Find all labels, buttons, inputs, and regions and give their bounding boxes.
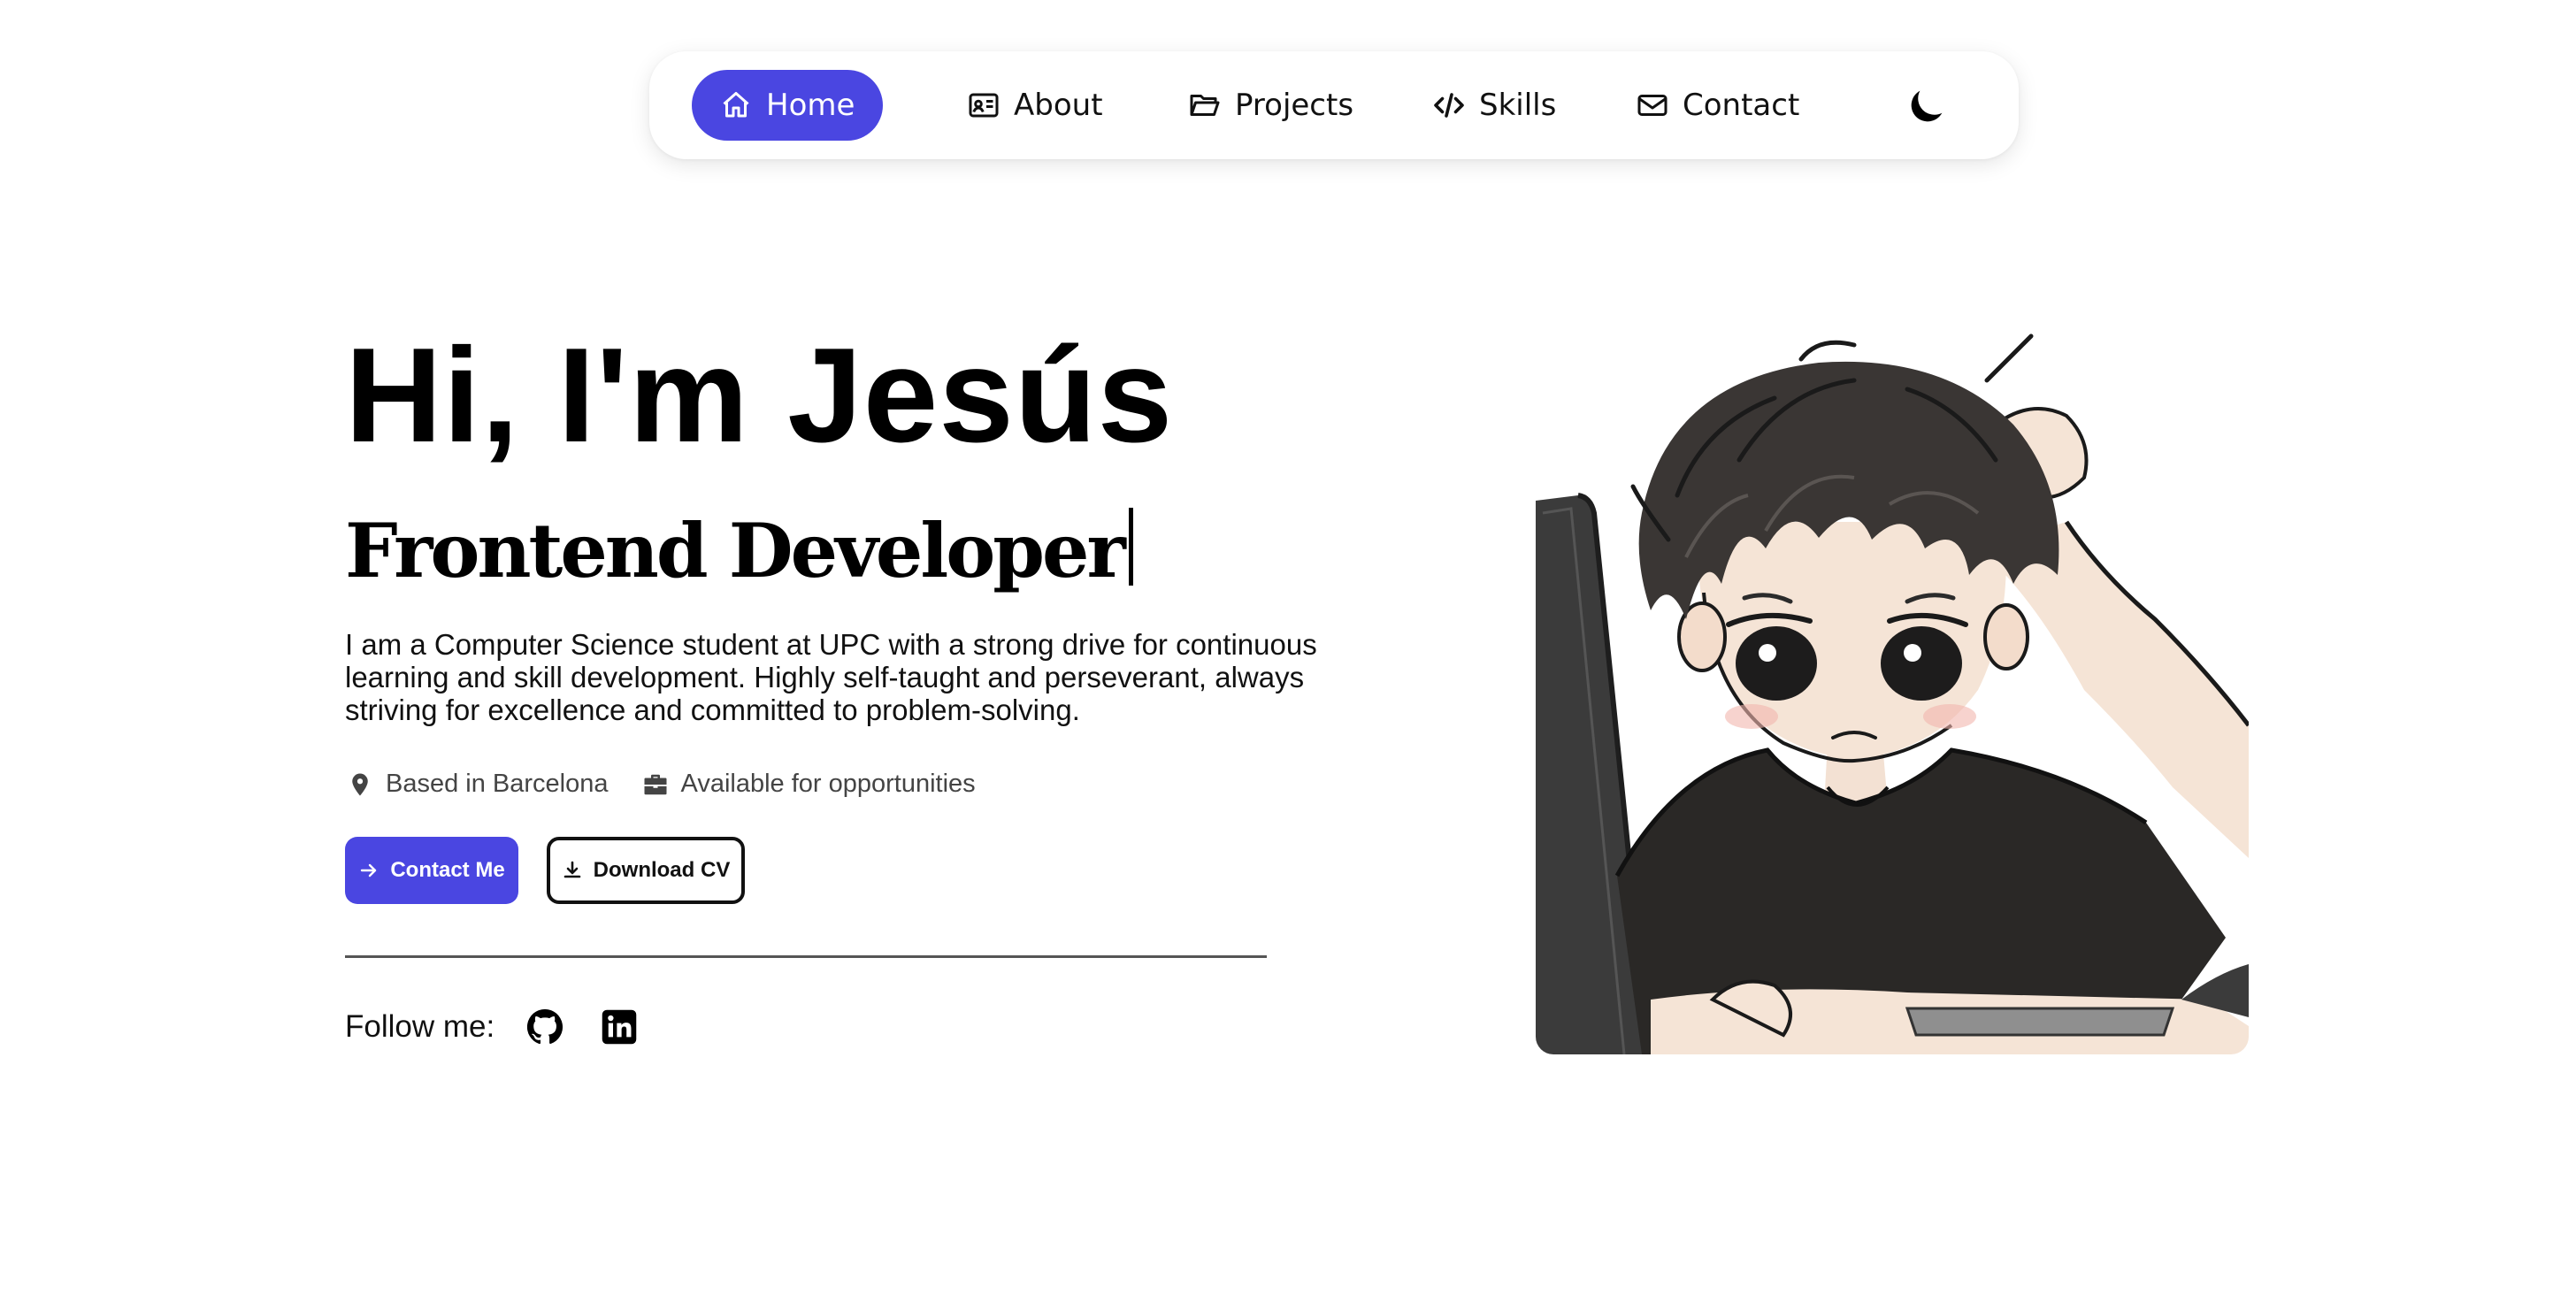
contact-me-label: Contact Me <box>390 858 505 882</box>
moon-icon <box>1911 90 1943 122</box>
briefcase-icon <box>644 774 666 794</box>
folder-icon <box>1190 95 1220 116</box>
nav-contact[interactable]: Contact <box>1637 70 1799 141</box>
availability-info: Available for opportunities <box>642 770 976 799</box>
location-info: Based in Barcelona <box>347 770 609 799</box>
nav-about-label: About <box>1014 88 1103 123</box>
nav-skills[interactable]: Skills <box>1433 70 1556 141</box>
nav-contact-label: Contact <box>1683 88 1800 123</box>
nav-home[interactable]: Home <box>692 70 884 141</box>
id-card-icon <box>969 93 999 118</box>
envelope-icon <box>1637 95 1668 116</box>
nav-skills-label: Skills <box>1479 88 1557 123</box>
hero-role-text: Frontend Developer <box>345 507 1126 594</box>
availability-text: Available for opportunities <box>680 770 976 798</box>
download-cv-button[interactable]: Download CV <box>547 837 745 904</box>
contact-me-button[interactable]: Contact Me <box>345 837 518 904</box>
theme-toggle-button[interactable] <box>1904 83 1950 129</box>
map-pin-icon <box>352 773 368 795</box>
typing-caret <box>1128 508 1133 586</box>
profile-illustration <box>1536 327 2249 1054</box>
nav-projects[interactable]: Projects <box>1189 70 1353 141</box>
nav-projects-label: Projects <box>1235 88 1354 123</box>
social-links: Follow me: <box>345 1008 675 1046</box>
hero-title: Hi, I'm Jesús <box>345 320 1174 471</box>
download-cv-label: Download CV <box>593 858 731 882</box>
download-icon <box>564 861 580 878</box>
linkedin-icon[interactable] <box>601 1008 638 1046</box>
follow-label: Follow me: <box>345 1009 495 1044</box>
top-navbar: Home About Projects Skills Contact <box>649 51 2019 159</box>
location-text: Based in Barcelona <box>386 770 609 798</box>
hero-description: I am a Computer Science student at UPC w… <box>345 628 1317 726</box>
nav-about[interactable]: About <box>968 70 1103 141</box>
hero-role: Frontend Developer <box>345 502 1133 600</box>
code-icon <box>1434 93 1464 118</box>
home-icon <box>723 92 749 118</box>
section-divider <box>345 955 1267 958</box>
arrow-right-icon <box>361 863 377 877</box>
hero-meta: Based in Barcelona Available for opportu… <box>347 770 976 799</box>
github-icon[interactable] <box>526 1008 564 1046</box>
nav-home-label: Home <box>766 88 855 123</box>
